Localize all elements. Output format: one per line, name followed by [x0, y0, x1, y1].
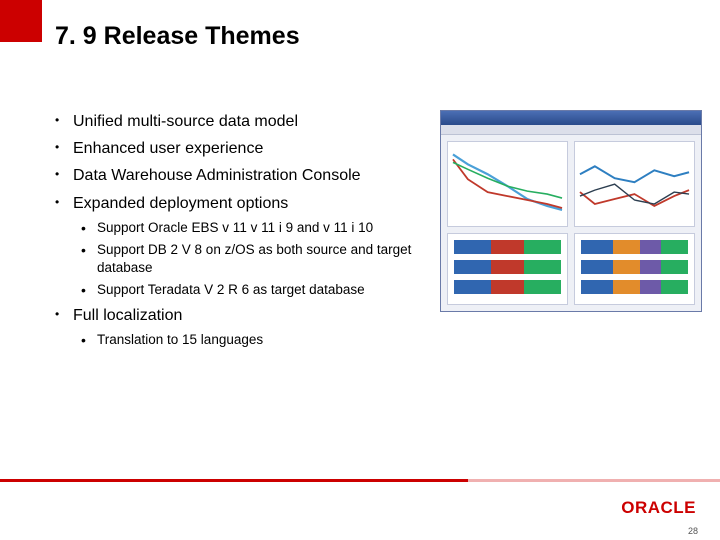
screenshot-thumbnail	[440, 110, 702, 312]
main-bullet-list: Unified multi-source data model Enhanced…	[55, 110, 415, 349]
bullet-text: Expanded deployment options	[73, 195, 288, 212]
bar-segment	[491, 240, 523, 254]
bar-row	[581, 280, 688, 294]
oracle-logo: ORACLE	[621, 498, 696, 518]
bar-segment	[613, 260, 640, 274]
bar-segment	[454, 280, 491, 294]
bar-segment	[640, 240, 661, 254]
bar-segment	[661, 240, 688, 254]
bar-row	[581, 260, 688, 274]
bar-segment	[613, 280, 640, 294]
sub-list-localization: Translation to 15 languages	[81, 331, 415, 349]
bullet-unified-model: Unified multi-source data model	[55, 110, 415, 133]
sub-bullet-translation: Translation to 15 languages	[81, 331, 415, 349]
bar-segment	[581, 280, 613, 294]
thumbnail-titlebar	[441, 111, 701, 125]
sub-list-deployment: Support Oracle EBS v 11 v 11 i 9 and v 1…	[81, 219, 415, 300]
line-chart-icon	[448, 142, 567, 226]
bullet-text: Full localization	[73, 307, 182, 324]
page-number: 28	[688, 526, 698, 536]
bullet-text: Support Oracle EBS v 11 v 11 i 9 and v 1…	[97, 220, 373, 235]
bullet-localization: Full localization Translation to 15 lang…	[55, 304, 415, 349]
thumbnail-chart-bottom-right	[574, 233, 695, 305]
bar-segment	[640, 280, 661, 294]
bar-segment	[524, 260, 561, 274]
bar-segment	[661, 260, 688, 274]
bullet-deployment-options: Expanded deployment options Support Orac…	[55, 192, 415, 300]
thumbnail-toolbar	[441, 125, 701, 135]
bar-segment	[454, 240, 491, 254]
thumbnail-chart-bottom-left	[447, 233, 568, 305]
thumbnail-body	[441, 135, 701, 311]
slide-title: 7. 9 Release Themes	[55, 22, 300, 51]
bar-segment	[613, 240, 640, 254]
bar-row	[581, 240, 688, 254]
bar-segment	[640, 260, 661, 274]
bar-segment	[491, 260, 523, 274]
bullet-text: Data Warehouse Administration Console	[73, 167, 361, 184]
bar-row	[454, 260, 561, 274]
content-area: Unified multi-source data model Enhanced…	[55, 110, 415, 353]
bar-segment	[524, 240, 561, 254]
line-chart-icon	[575, 142, 694, 226]
bar-segment	[661, 280, 688, 294]
bar-row	[454, 240, 561, 254]
bar-segment	[581, 240, 613, 254]
bullet-user-experience: Enhanced user experience	[55, 137, 415, 160]
bullet-text: Translation to 15 languages	[97, 332, 263, 347]
bullet-text: Enhanced user experience	[73, 140, 263, 157]
sub-bullet-ebs: Support Oracle EBS v 11 v 11 i 9 and v 1…	[81, 219, 415, 237]
thumbnail-chart-top-right	[574, 141, 695, 227]
bar-segment	[524, 280, 561, 294]
sub-bullet-teradata: Support Teradata V 2 R 6 as target datab…	[81, 281, 415, 299]
bullet-text: Support DB 2 V 8 on z/OS as both source …	[97, 242, 411, 275]
bullet-admin-console: Data Warehouse Administration Console	[55, 164, 415, 187]
bar-segment	[454, 260, 491, 274]
bar-row	[454, 280, 561, 294]
sub-bullet-db2: Support DB 2 V 8 on z/OS as both source …	[81, 241, 415, 277]
brand-accent-block	[0, 0, 42, 42]
bullet-text: Support Teradata V 2 R 6 as target datab…	[97, 282, 365, 297]
bar-segment	[581, 260, 613, 274]
footer-divider	[0, 479, 720, 482]
thumbnail-chart-top-left	[447, 141, 568, 227]
bullet-text: Unified multi-source data model	[73, 113, 298, 130]
bar-segment	[491, 280, 523, 294]
